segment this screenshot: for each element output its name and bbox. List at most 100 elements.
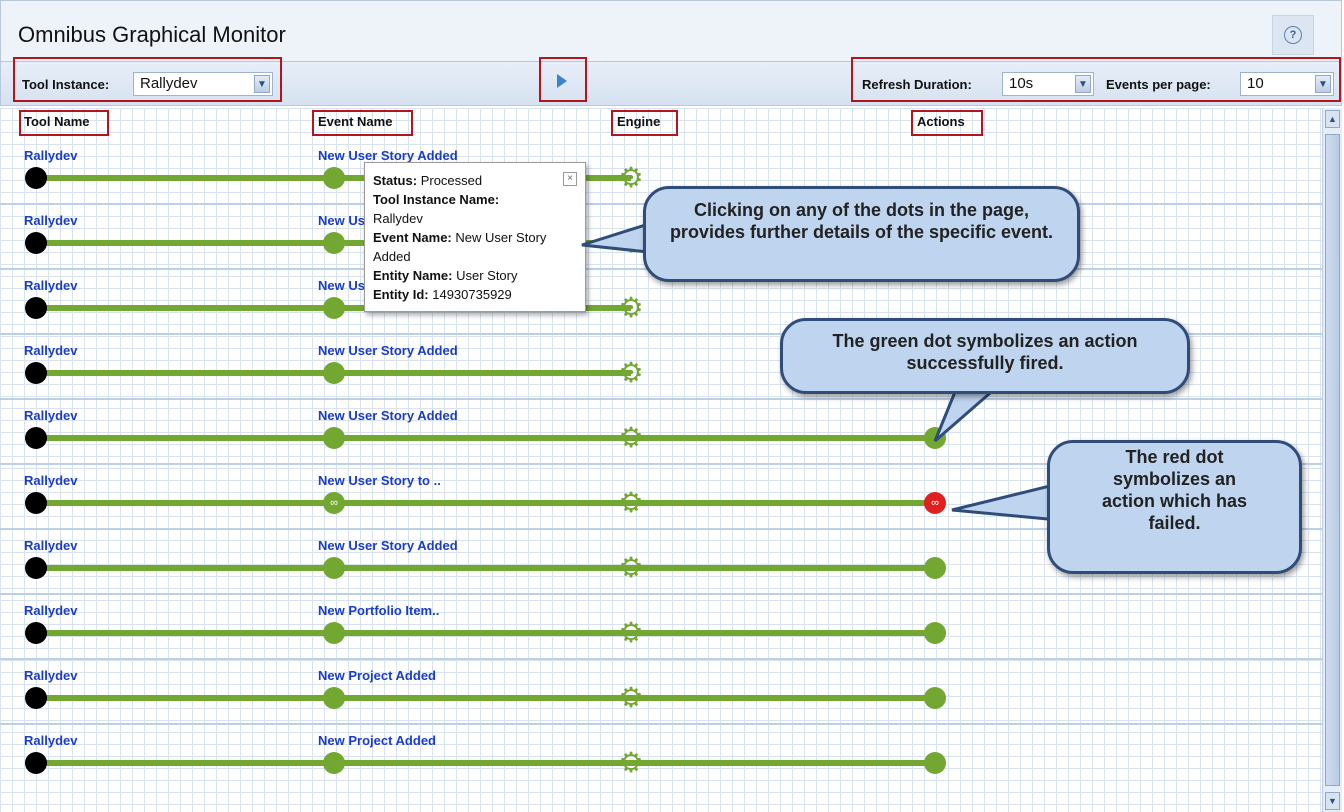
tool-name-link[interactable]: Rallydev bbox=[24, 538, 77, 553]
tool-name-link[interactable]: Rallydev bbox=[24, 148, 77, 163]
status-label: Status: bbox=[373, 173, 418, 188]
timeline-segment bbox=[36, 240, 336, 246]
gear-icon[interactable]: ⚙ bbox=[617, 164, 645, 192]
timeline-segment bbox=[36, 500, 336, 506]
event-dot[interactable] bbox=[323, 167, 345, 189]
timeline-segment bbox=[36, 370, 336, 376]
gear-icon[interactable]: ⚙ bbox=[617, 489, 645, 517]
event-dot[interactable] bbox=[323, 752, 345, 774]
chevron-down-icon[interactable]: ▼ bbox=[1315, 75, 1331, 93]
tool-dot[interactable] bbox=[25, 427, 47, 449]
tool-dot[interactable] bbox=[25, 622, 47, 644]
tool-name-link[interactable]: Rallydev bbox=[24, 473, 77, 488]
tool-dot[interactable] bbox=[25, 492, 47, 514]
tool-name-link[interactable]: Rallydev bbox=[24, 343, 77, 358]
timeline-segment bbox=[336, 760, 631, 766]
event-name-link[interactable]: New User Story to .. bbox=[318, 473, 441, 488]
event-name-link[interactable]: New Project Added bbox=[318, 668, 436, 683]
column-header-event-name: Event Name bbox=[318, 114, 393, 129]
callout-tail-green bbox=[933, 385, 1002, 443]
event-dot[interactable] bbox=[323, 362, 345, 384]
events-per-page-value: 10 bbox=[1247, 75, 1264, 92]
entity-name-value: User Story bbox=[456, 268, 518, 283]
event-name-link[interactable]: New User Story Added bbox=[318, 408, 458, 423]
page-title: Omnibus Graphical Monitor bbox=[18, 22, 286, 47]
gear-icon[interactable]: ⚙ bbox=[617, 554, 645, 582]
gear-icon[interactable]: ⚙ bbox=[617, 684, 645, 712]
events-per-page-select[interactable]: 10 ▼ bbox=[1240, 72, 1334, 96]
refresh-duration-select[interactable]: 10s ▼ bbox=[1002, 72, 1094, 96]
chevron-down-icon[interactable]: ▼ bbox=[1075, 75, 1091, 93]
column-header-actions: Actions bbox=[917, 114, 965, 129]
event-name-link[interactable]: New Project Added bbox=[318, 733, 436, 748]
event-dot[interactable] bbox=[323, 427, 345, 449]
event-name-link[interactable]: New Portfolio Item.. bbox=[318, 603, 439, 618]
event-dot[interactable] bbox=[323, 232, 345, 254]
tool-name-link[interactable]: Rallydev bbox=[24, 408, 77, 423]
event-dot[interactable] bbox=[323, 622, 345, 644]
timeline-segment bbox=[631, 695, 936, 701]
action-dot-success[interactable] bbox=[924, 752, 946, 774]
tool-name-link[interactable]: Rallydev bbox=[24, 733, 77, 748]
tool-name-link[interactable]: Rallydev bbox=[24, 278, 77, 293]
tool-dot[interactable] bbox=[25, 687, 47, 709]
tool-dot[interactable] bbox=[25, 167, 47, 189]
action-dot-success[interactable] bbox=[924, 687, 946, 709]
gear-icon[interactable]: ⚙ bbox=[617, 359, 645, 387]
help-button[interactable]: ? bbox=[1272, 15, 1314, 55]
callout-dots-info: Clicking on any of the dots in the page,… bbox=[643, 186, 1080, 282]
tool-instance-name-label: Tool Instance Name: bbox=[373, 192, 500, 207]
scrollbar-thumb[interactable] bbox=[1325, 134, 1340, 786]
close-icon[interactable]: × bbox=[563, 172, 577, 186]
tool-instance-select[interactable]: Rallydev ▼ bbox=[133, 72, 273, 96]
tool-dot[interactable] bbox=[25, 557, 47, 579]
timeline-segment bbox=[631, 565, 936, 571]
tool-dot[interactable] bbox=[25, 297, 47, 319]
tool-instance-label: Tool Instance: bbox=[22, 77, 110, 92]
entity-id-value: 14930735929 bbox=[432, 287, 512, 302]
event-dot[interactable] bbox=[323, 557, 345, 579]
tool-dot[interactable] bbox=[25, 752, 47, 774]
gear-icon[interactable]: ⚙ bbox=[617, 294, 645, 322]
action-dot-failed[interactable]: ∞ bbox=[924, 492, 946, 514]
action-dot-success[interactable] bbox=[924, 557, 946, 579]
scroll-down-icon[interactable]: ▼ bbox=[1325, 792, 1340, 810]
tool-instance-name-value: Rallydev bbox=[373, 211, 423, 226]
scroll-up-icon[interactable]: ▲ bbox=[1325, 110, 1340, 128]
gear-icon[interactable]: ⚙ bbox=[617, 619, 645, 647]
entity-name-label: Entity Name: bbox=[373, 268, 453, 283]
tool-dot[interactable] bbox=[25, 362, 47, 384]
event-dot[interactable] bbox=[323, 297, 345, 319]
refresh-duration-value: 10s bbox=[1009, 75, 1034, 92]
event-name-label: Event Name: bbox=[373, 230, 452, 245]
row-separator bbox=[0, 723, 1322, 725]
event-name-link[interactable]: New User Story Added bbox=[318, 538, 458, 553]
vertical-scrollbar[interactable]: ▲ ▼ bbox=[1322, 108, 1342, 812]
timeline-segment bbox=[36, 305, 336, 311]
event-details-popup: × Status: Processed Tool Instance Name: … bbox=[364, 162, 586, 312]
timeline-segment bbox=[631, 500, 936, 506]
event-name-link[interactable]: New User Story Added bbox=[318, 343, 458, 358]
gear-icon[interactable]: ⚙ bbox=[617, 424, 645, 452]
action-dot-success[interactable] bbox=[924, 622, 946, 644]
timeline-segment bbox=[36, 435, 336, 441]
callout-red-dot: The red dot symbolizes an action which h… bbox=[1047, 440, 1302, 574]
event-dot[interactable]: ∞ bbox=[323, 492, 345, 514]
event-name-link[interactable]: New User Story Added bbox=[318, 148, 458, 163]
event-dot[interactable] bbox=[323, 687, 345, 709]
timeline-segment bbox=[36, 695, 336, 701]
tool-name-link[interactable]: Rallydev bbox=[24, 603, 77, 618]
tool-dot[interactable] bbox=[25, 232, 47, 254]
timeline-segment bbox=[36, 565, 336, 571]
events-per-page-label: Events per page: bbox=[1106, 77, 1211, 92]
tool-instance-value: Rallydev bbox=[140, 75, 198, 92]
row-separator bbox=[0, 398, 1322, 400]
timeline-segment bbox=[631, 435, 936, 441]
chevron-down-icon[interactable]: ▼ bbox=[254, 75, 270, 93]
timeline-segment bbox=[336, 435, 631, 441]
tool-name-link[interactable]: Rallydev bbox=[24, 213, 77, 228]
gear-icon[interactable]: ⚙ bbox=[617, 749, 645, 777]
timeline-segment bbox=[36, 175, 336, 181]
play-icon[interactable] bbox=[557, 74, 567, 88]
tool-name-link[interactable]: Rallydev bbox=[24, 668, 77, 683]
